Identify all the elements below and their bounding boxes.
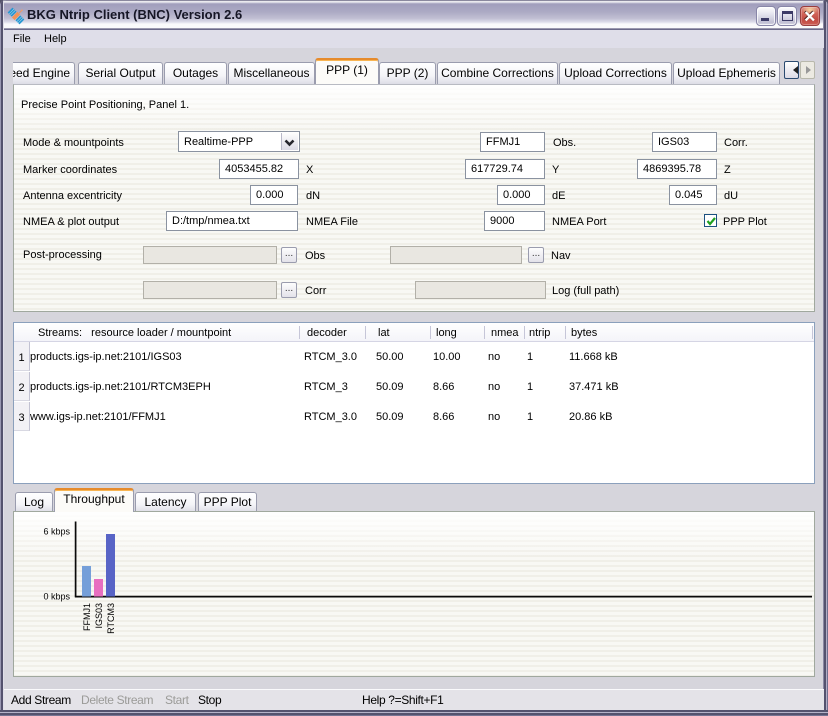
svg-text:RTCM3: RTCM3 [106,603,116,634]
svg-text:FFMJ1: FFMJ1 [82,603,92,631]
svg-text:6 kbps: 6 kbps [43,527,70,537]
svg-text:IGS03: IGS03 [94,603,104,629]
svg-text:0 kbps: 0 kbps [43,592,70,602]
